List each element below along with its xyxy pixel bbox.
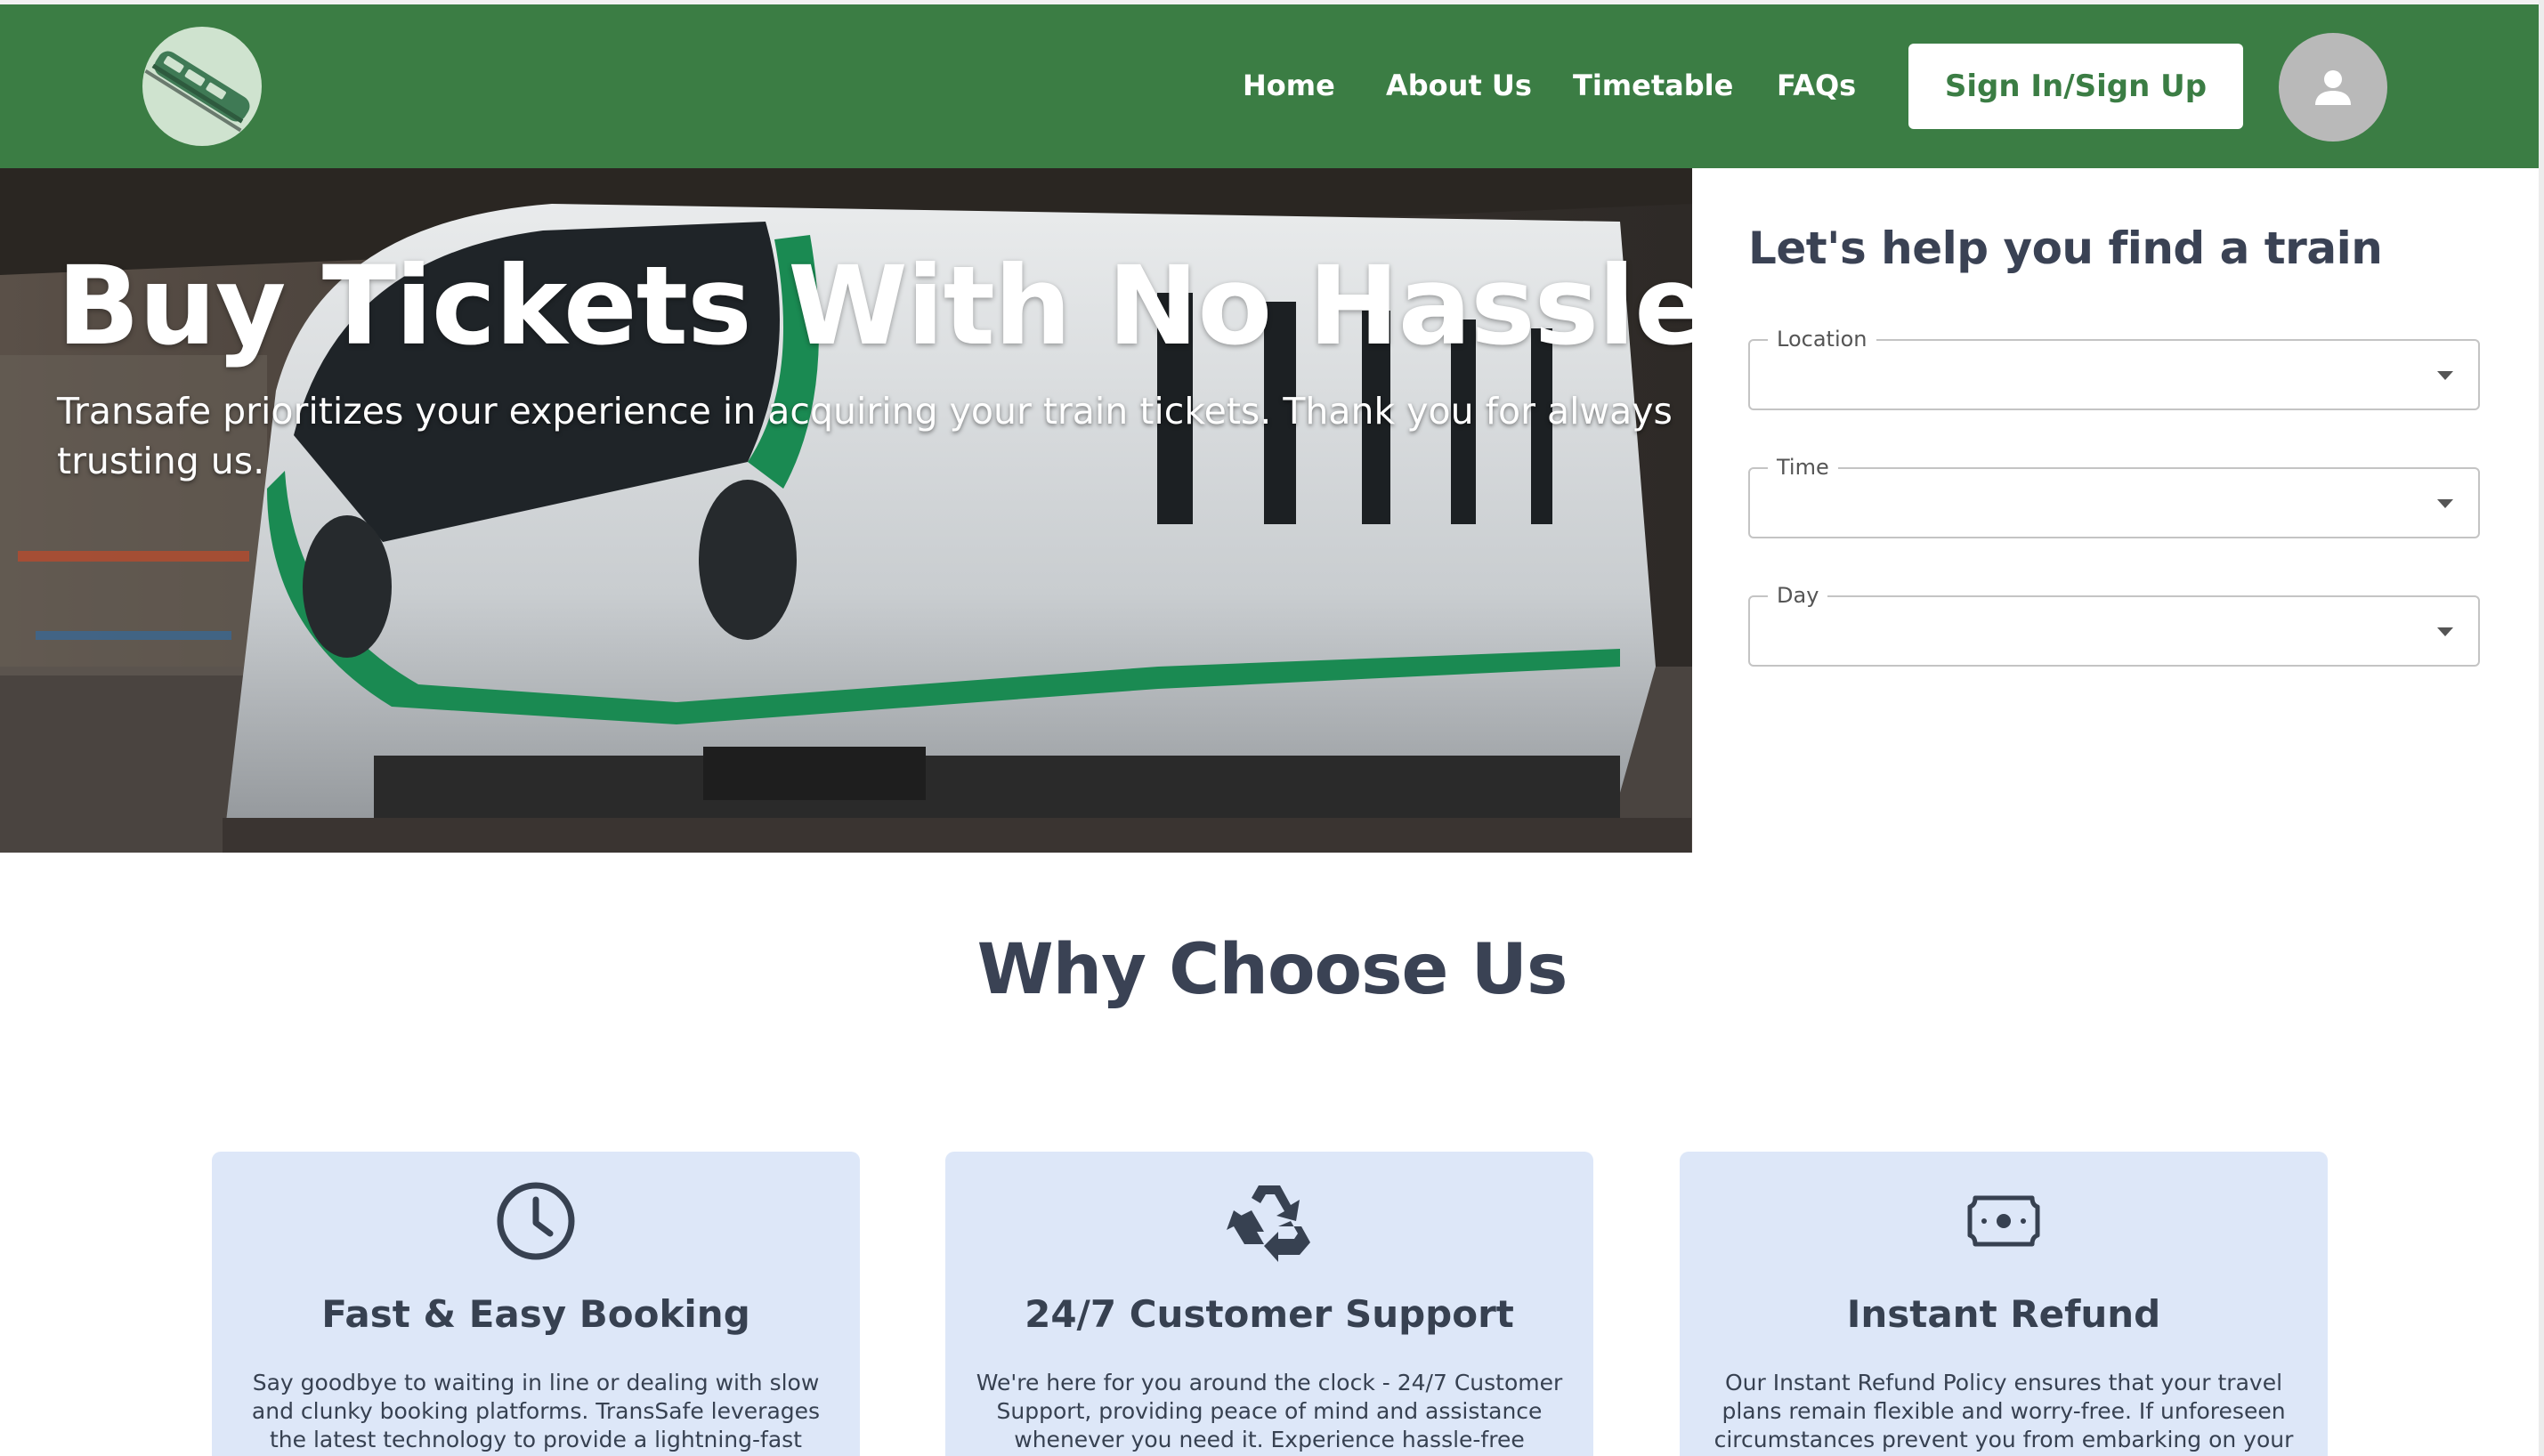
sign-in-button[interactable]: Sign In/Sign Up [1908,44,2243,129]
time-label: Time [1768,455,1838,480]
time-select[interactable]: Time [1748,455,2480,538]
user-avatar[interactable] [2279,33,2387,142]
page-edge [2539,0,2544,1456]
chevron-down-icon [2437,371,2453,380]
train-logo-icon[interactable] [142,27,262,146]
nav-home[interactable]: Home [1243,69,1335,102]
feature-card-title: Instant Refund [1846,1292,2161,1336]
feature-card-booking: Fast & Easy Booking Say goodbye to waiti… [212,1152,860,1456]
why-choose-us-heading: Why Choose Us [976,930,1568,1010]
feature-card-support: 24/7 Customer Support We're here for you… [945,1152,1593,1456]
hero-title: Buy Tickets With No Hassles [57,243,1692,369]
feature-card-refund: Instant Refund Our Instant Refund Policy… [1680,1152,2328,1456]
location-select[interactable]: Location [1748,327,2480,410]
nav-about-us[interactable]: About Us [1386,69,1532,102]
feature-card-text: Our Instant Refund Policy ensures that y… [1714,1370,2294,1452]
feature-card-text: Say goodbye to waiting in line or dealin… [251,1370,821,1456]
hero-banner: Buy Tickets With No Hassles Transafe pri… [0,168,1692,853]
feature-card-text: We're here for you around the clock - 24… [976,1370,1563,1456]
feature-card-title: Fast & Easy Booking [321,1292,750,1336]
day-label: Day [1768,583,1828,608]
finder-title: Let's help you find a train [1748,222,2383,274]
feature-card-title: 24/7 Customer Support [1025,1292,1514,1336]
money-icon [1967,1195,2040,1247]
hero-subtitle: Transafe prioritizes your experience in … [57,390,1673,482]
recycle-icon [1227,1185,1310,1262]
top-navbar: Home About Us Timetable FAQs Sign In/Sig… [0,0,2539,168]
nav-faqs[interactable]: FAQs [1777,69,1856,102]
clock-icon [497,1182,575,1260]
chevron-down-icon [2437,627,2453,636]
user-icon [2315,70,2351,105]
chevron-down-icon [2437,499,2453,508]
nav-timetable[interactable]: Timetable [1573,69,1733,102]
location-label: Location [1768,327,1876,352]
day-select[interactable]: Day [1748,583,2480,667]
